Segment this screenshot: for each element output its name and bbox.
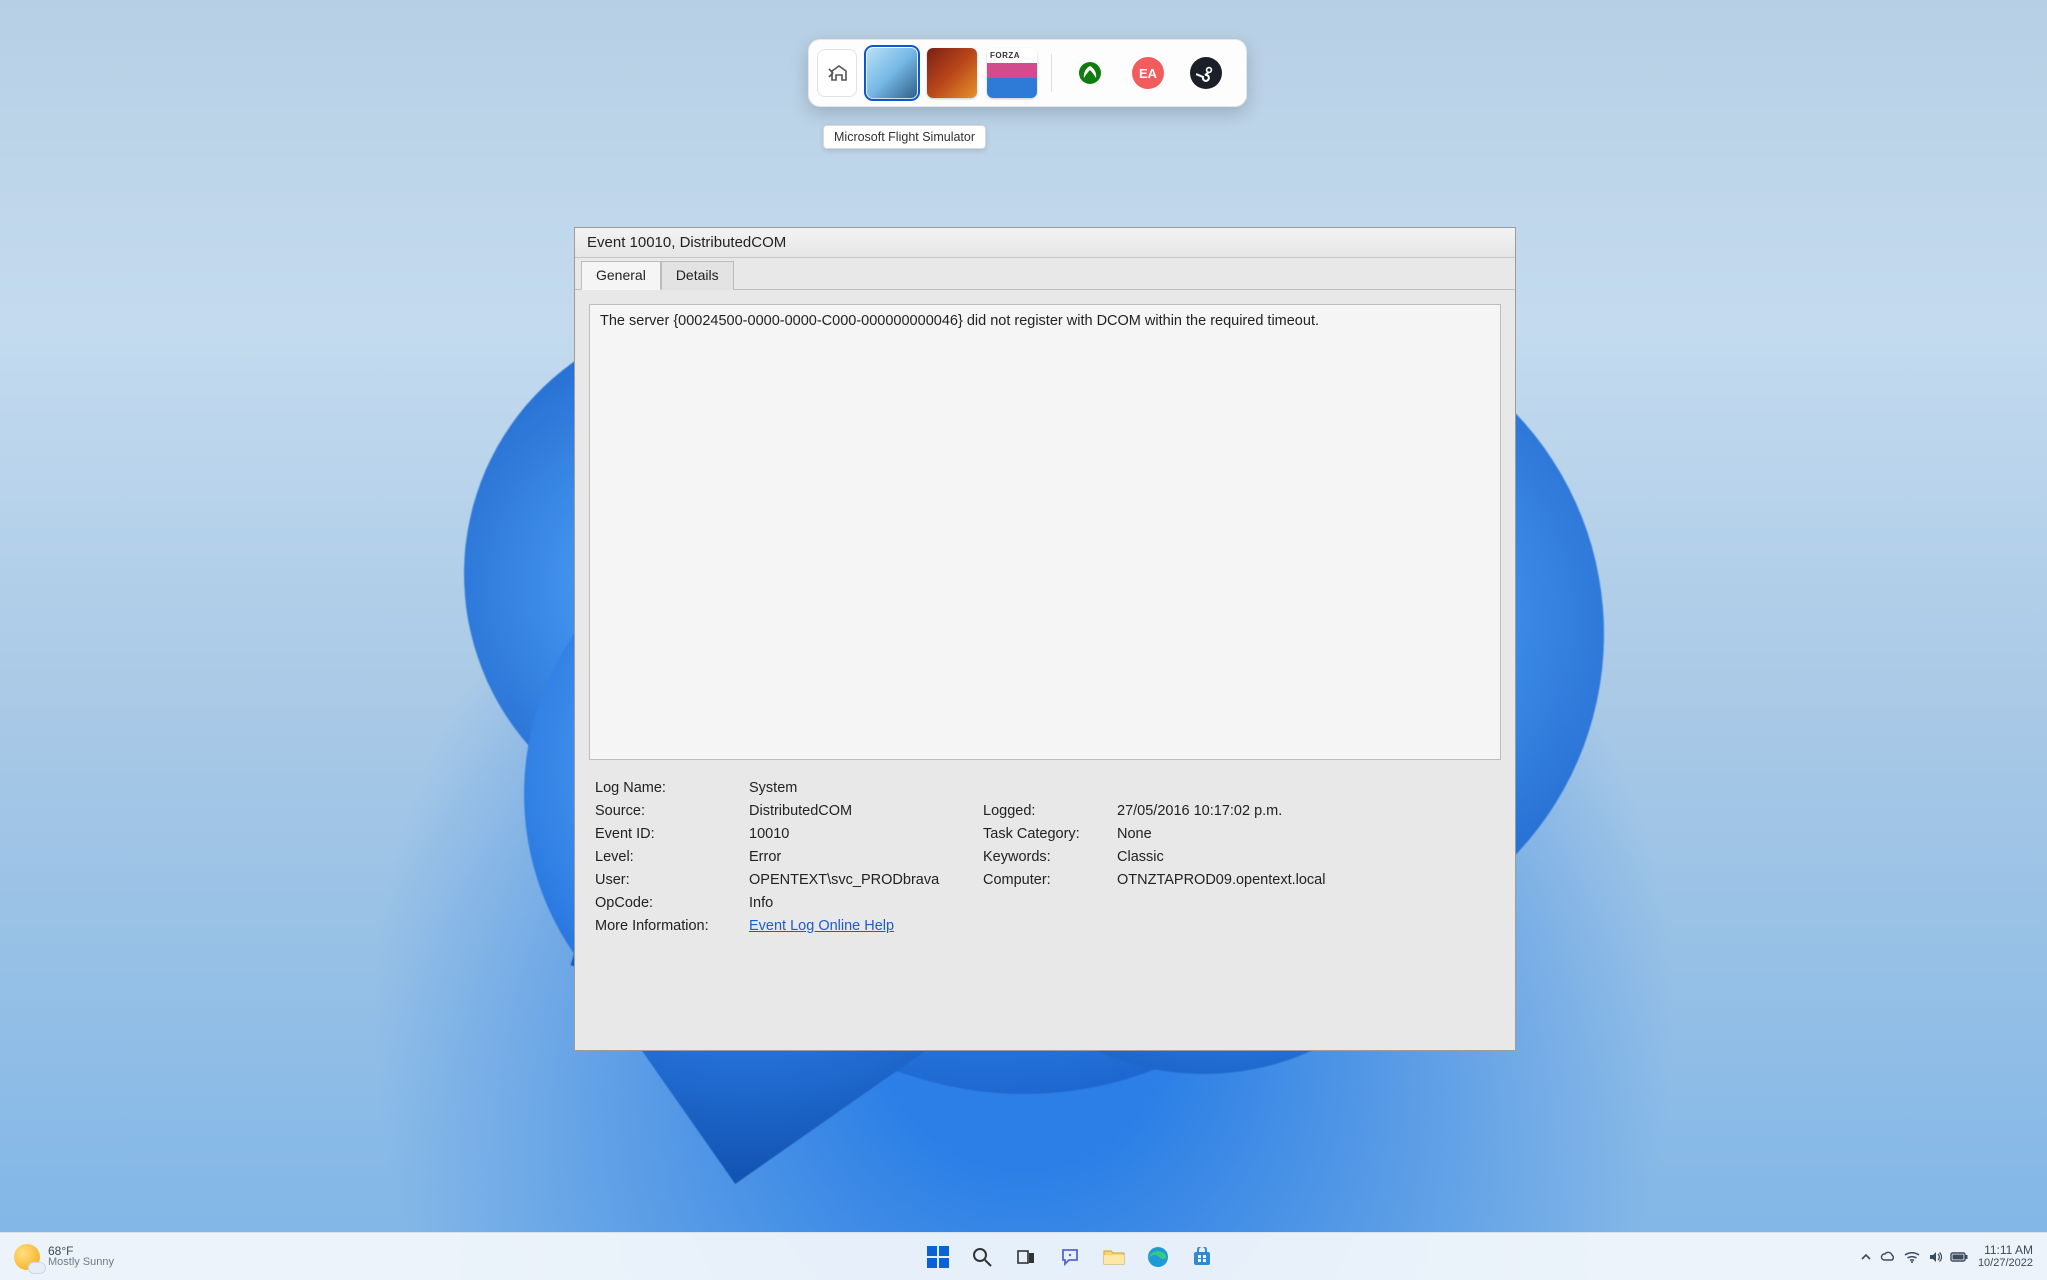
onedrive-icon[interactable] xyxy=(1880,1251,1896,1263)
value-level: Error xyxy=(749,849,979,865)
battery-icon[interactable] xyxy=(1950,1252,1968,1262)
value-log-name: System xyxy=(749,780,979,796)
label-logged: Logged: xyxy=(983,803,1113,819)
event-tabstrip: General Details xyxy=(575,258,1515,290)
event-window-title: Event 10010, DistributedCOM xyxy=(575,228,1515,258)
label-source: Source: xyxy=(595,803,745,819)
weather-icon xyxy=(14,1244,40,1270)
gamebar-steam-button[interactable] xyxy=(1182,49,1230,97)
label-opcode: OpCode: xyxy=(595,895,745,911)
taskbar-search-button[interactable] xyxy=(966,1241,998,1273)
gamebar-separator xyxy=(1051,54,1052,92)
file-explorer-icon xyxy=(1103,1248,1125,1266)
taskbar-center xyxy=(280,1241,1860,1273)
chevron-left-home-icon xyxy=(826,64,848,82)
taskbar-clock[interactable]: 11:11 AM 10/27/2022 xyxy=(1978,1244,2033,1269)
label-log-name: Log Name: xyxy=(595,780,745,796)
event-details-grid: Log Name: System Source: DistributedCOM … xyxy=(589,760,1501,940)
label-event-id: Event ID: xyxy=(595,826,745,842)
event-properties-window: Event 10010, DistributedCOM General Deta… xyxy=(574,227,1516,1051)
gamebar-tooltip: Microsoft Flight Simulator xyxy=(823,125,986,149)
steam-icon xyxy=(1190,57,1222,89)
system-tray[interactable] xyxy=(1860,1250,1968,1264)
value-logged: 27/05/2016 10:17:02 p.m. xyxy=(1117,803,1417,819)
label-more-info: More Information: xyxy=(595,918,745,934)
label-computer: Computer: xyxy=(983,872,1113,888)
event-message-box[interactable]: The server {00024500-0000-0000-C000-0000… xyxy=(589,304,1501,760)
ea-icon: EA xyxy=(1132,57,1164,89)
value-keywords: Classic xyxy=(1117,849,1417,865)
event-log-online-help-link[interactable]: Event Log Online Help xyxy=(749,918,894,934)
taskbar-weather[interactable]: 68°F Mostly Sunny xyxy=(0,1244,280,1270)
label-level: Level: xyxy=(595,849,745,865)
gamebar-home-button[interactable] xyxy=(817,49,857,97)
value-computer: OTNZTAPROD09.opentext.local xyxy=(1117,872,1417,888)
gamebar-tile-minecraft-dungeons[interactable] xyxy=(927,48,977,98)
gamebar-ea-button[interactable]: EA xyxy=(1124,49,1172,97)
volume-icon[interactable] xyxy=(1928,1250,1942,1264)
tab-general[interactable]: General xyxy=(581,261,661,290)
task-view-icon xyxy=(1016,1247,1036,1267)
gamebar-tile-flight-simulator[interactable] xyxy=(867,48,917,98)
game-bar: EA xyxy=(808,39,1247,107)
label-keywords: Keywords: xyxy=(983,849,1113,865)
value-source: DistributedCOM xyxy=(749,803,979,819)
gamebar-xbox-button[interactable] xyxy=(1066,49,1114,97)
taskbar-file-explorer-button[interactable] xyxy=(1098,1241,1130,1273)
weather-condition: Mostly Sunny xyxy=(48,1257,114,1268)
value-event-id: 10010 xyxy=(749,826,979,842)
label-user: User: xyxy=(595,872,745,888)
xbox-icon xyxy=(1077,60,1103,86)
edge-icon xyxy=(1147,1246,1169,1268)
value-user: OPENTEXT\svc_PRODbrava xyxy=(749,872,979,888)
taskbar-task-view-button[interactable] xyxy=(1010,1241,1042,1273)
wifi-icon[interactable] xyxy=(1904,1251,1920,1263)
gamebar-tile-forza-horizon[interactable] xyxy=(987,48,1037,98)
chevron-up-icon[interactable] xyxy=(1860,1251,1872,1263)
clock-date: 10/27/2022 xyxy=(1978,1257,2033,1269)
start-button[interactable] xyxy=(922,1241,954,1273)
store-icon xyxy=(1192,1247,1212,1267)
taskbar-edge-button[interactable] xyxy=(1142,1241,1174,1273)
taskbar-right: 11:11 AM 10/27/2022 xyxy=(1860,1244,2047,1269)
taskbar-store-button[interactable] xyxy=(1186,1241,1218,1273)
label-task-category: Task Category: xyxy=(983,826,1113,842)
tab-details[interactable]: Details xyxy=(661,261,734,290)
windows-start-icon xyxy=(927,1246,949,1268)
value-task-category: None xyxy=(1117,826,1417,842)
taskbar: 68°F Mostly Sunny xyxy=(0,1232,2047,1280)
desktop: EA Microsoft Flight Simulator Event 1001… xyxy=(0,0,2047,1280)
taskbar-chat-button[interactable] xyxy=(1054,1241,1086,1273)
clock-time: 11:11 AM xyxy=(1984,1244,2033,1257)
chat-icon xyxy=(1060,1247,1080,1267)
value-opcode: Info xyxy=(749,895,979,911)
search-icon xyxy=(972,1247,992,1267)
